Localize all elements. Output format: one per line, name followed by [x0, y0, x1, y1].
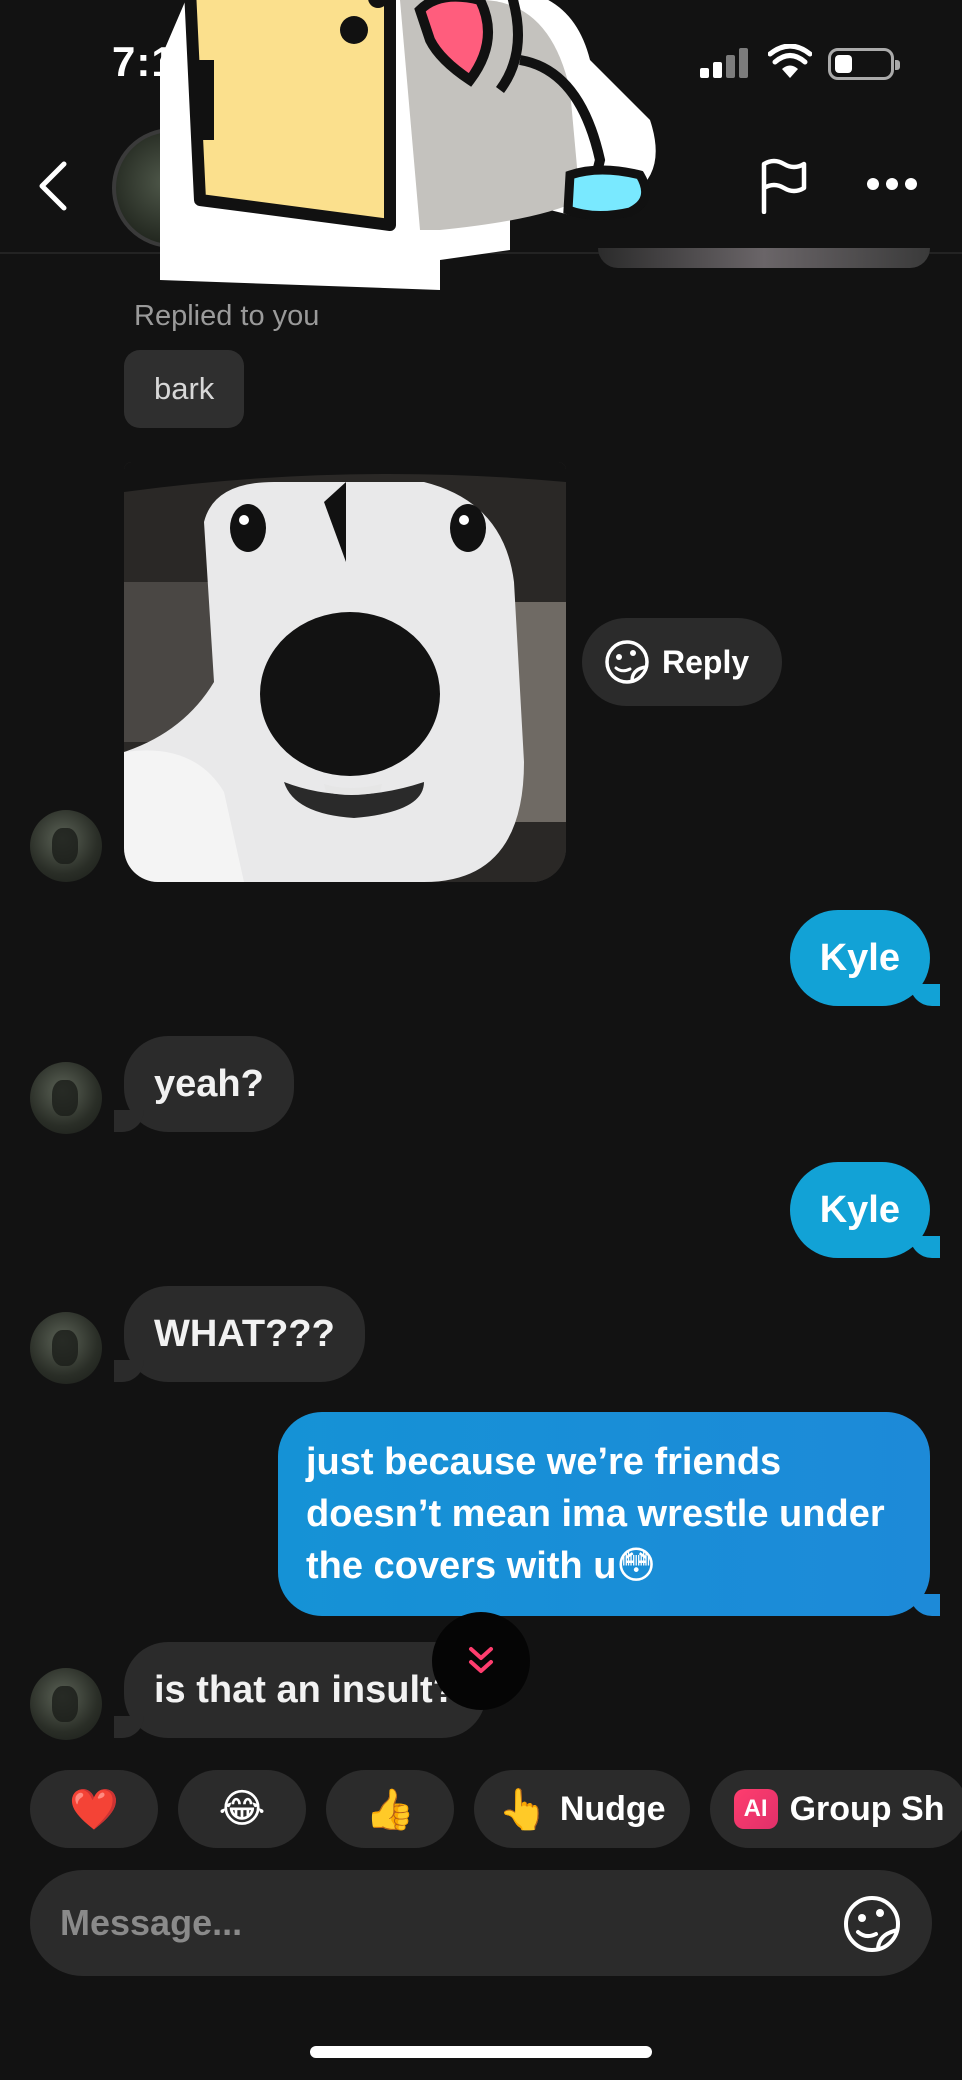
quick-reactions-bar: ❤️ 😂 👍 👆 Nudge AI Group Sh [30, 1770, 962, 1848]
reaction-laugh-chip[interactable]: 😂 [178, 1770, 306, 1848]
wifi-icon [768, 44, 812, 78]
back-button[interactable] [32, 158, 76, 214]
ai-badge-icon: AI [733, 1789, 778, 1829]
contact-avatar-small[interactable] [30, 1312, 102, 1384]
outgoing-message[interactable]: Kyle [789, 910, 941, 1006]
flag-icon[interactable] [758, 158, 810, 214]
nudge-label: Nudge [559, 1789, 666, 1828]
message-input[interactable] [60, 1870, 820, 1976]
sticker-reply-icon [605, 640, 649, 684]
incoming-message[interactable]: WHAT??? [114, 1286, 365, 1382]
double-chevron-down-icon [469, 1647, 493, 1673]
message-composer [30, 1870, 932, 1976]
dog-gif-message[interactable] [124, 462, 566, 882]
battery-icon [828, 48, 900, 80]
nudge-chip[interactable]: 👆 Nudge [474, 1770, 690, 1848]
contact-avatar-small[interactable] [30, 810, 102, 882]
door-character-sticker [160, 0, 656, 290]
contact-avatar-small[interactable] [30, 1062, 102, 1134]
group-shot-chip[interactable]: AI Group Sh [709, 1770, 962, 1848]
outgoing-message[interactable]: Kyle [789, 1162, 941, 1258]
reply-context-label: Replied to you [134, 300, 320, 332]
incoming-message[interactable]: yeah? [114, 1036, 294, 1132]
chat-screen: 7:1 Replied to you bark Reply Kyle yeah?… [0, 0, 962, 2080]
home-indicator [310, 2046, 652, 2058]
quoted-message[interactable]: bark [124, 350, 245, 428]
gif-reply-label: Reply [662, 643, 750, 680]
reaction-thumbs-up-chip[interactable]: 👍 [326, 1770, 454, 1848]
gif-reply-button[interactable]: Reply [582, 618, 782, 706]
contact-avatar-small[interactable] [30, 1668, 102, 1740]
more-options-icon[interactable] [866, 176, 918, 192]
outgoing-message[interactable]: just because we’re friends doesn’t mean … [278, 1412, 940, 1616]
sticker-button[interactable] [842, 1894, 902, 1954]
pointing-hand-icon: 👆 [498, 1787, 548, 1832]
group-shot-label: Group Sh [789, 1789, 945, 1828]
scroll-to-latest-button[interactable] [432, 1612, 530, 1710]
reaction-heart-chip[interactable]: ❤️ [30, 1770, 158, 1848]
